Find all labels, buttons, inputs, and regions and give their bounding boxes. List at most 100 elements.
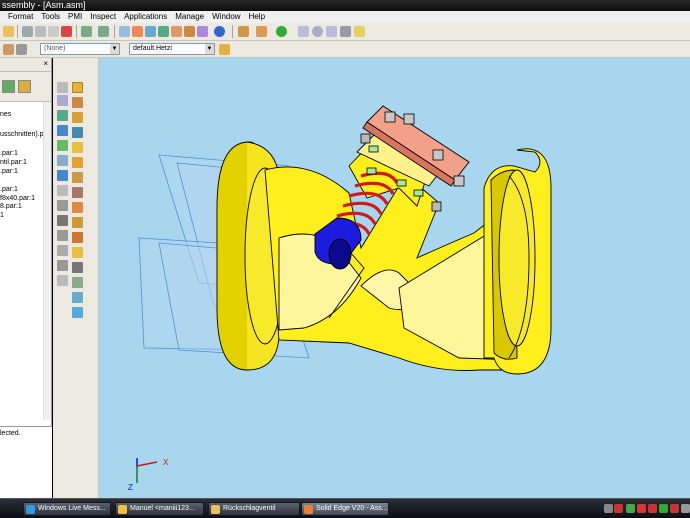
layer-icon[interactable] bbox=[3, 44, 14, 55]
paste-icon[interactable] bbox=[48, 26, 59, 37]
redo-icon[interactable] bbox=[98, 26, 109, 37]
taskbar-folder[interactable]: Rückschlagventil bbox=[208, 502, 300, 516]
tool-icon[interactable] bbox=[72, 172, 83, 183]
taskbar-solid-edge[interactable]: Solid Edge V20 - Ass... bbox=[301, 502, 389, 516]
toolbar-separator bbox=[17, 25, 18, 38]
menu-tools[interactable]: Tools bbox=[37, 11, 64, 23]
tool-icon[interactable] bbox=[57, 230, 68, 241]
tree-scrollbar[interactable] bbox=[43, 102, 51, 420]
layers-tab-icon[interactable] bbox=[18, 80, 31, 93]
view-right-icon[interactable] bbox=[197, 26, 208, 37]
shading-icon[interactable] bbox=[214, 26, 225, 37]
graphics-viewport[interactable]: X Z bbox=[99, 58, 690, 498]
tool-icon[interactable] bbox=[57, 110, 68, 121]
cut-icon[interactable] bbox=[22, 26, 33, 37]
tool-icon[interactable] bbox=[72, 292, 83, 303]
tool-icon[interactable] bbox=[57, 125, 68, 136]
tree-item[interactable]: .par:1 bbox=[0, 150, 18, 157]
tool-icon[interactable] bbox=[72, 232, 83, 243]
tool-icon[interactable] bbox=[72, 127, 83, 138]
view-front-icon[interactable] bbox=[184, 26, 195, 37]
tray-icon[interactable] bbox=[614, 504, 623, 513]
copy-icon[interactable] bbox=[35, 26, 46, 37]
menu-applications[interactable]: Applications bbox=[120, 11, 171, 23]
zoom-area-icon[interactable] bbox=[326, 26, 337, 37]
section-icon[interactable] bbox=[256, 26, 267, 37]
tree-item[interactable]: ntil.par:1 bbox=[0, 159, 27, 166]
tool-icon[interactable] bbox=[57, 82, 68, 93]
tool-icon[interactable] bbox=[72, 247, 83, 258]
style-icon[interactable] bbox=[16, 44, 27, 55]
bolt-head bbox=[384, 111, 396, 123]
tree-item[interactable]: nes bbox=[0, 111, 11, 118]
tool-icon[interactable] bbox=[57, 95, 68, 106]
menu-window[interactable]: Window bbox=[208, 11, 244, 23]
face-style-combo[interactable]: default.Hetzi ▼ bbox=[129, 43, 215, 55]
menu-help[interactable]: Help bbox=[245, 11, 269, 23]
assemble-icon[interactable] bbox=[72, 97, 83, 108]
tree-item[interactable]: .par:1 bbox=[0, 168, 18, 175]
tool-icon[interactable] bbox=[57, 260, 68, 271]
menu-format[interactable]: Format bbox=[0, 11, 37, 23]
tool-icon[interactable] bbox=[57, 200, 68, 211]
tray-icon[interactable] bbox=[648, 504, 657, 513]
tree-item[interactable]: 8.par:1 bbox=[0, 203, 22, 210]
style-combo[interactable]: (None) ▼ bbox=[40, 43, 120, 55]
part-icon[interactable] bbox=[132, 26, 143, 37]
tray-icon[interactable] bbox=[681, 504, 690, 513]
tool-icon[interactable] bbox=[57, 185, 68, 196]
tool-icon[interactable] bbox=[72, 202, 83, 213]
title-bar: ssembly - [Asm.asm] bbox=[0, 0, 690, 11]
tool-icon[interactable] bbox=[57, 245, 68, 256]
view-top-icon[interactable] bbox=[171, 26, 182, 37]
tool-icon[interactable] bbox=[57, 170, 68, 181]
view-iso-icon[interactable] bbox=[158, 26, 169, 37]
pathfinder-panel: × nes usschnitten).par:1 .par:1 ntil.par… bbox=[0, 58, 56, 498]
delete-icon[interactable] bbox=[61, 26, 72, 37]
select-tool-icon[interactable] bbox=[72, 82, 83, 93]
close-icon[interactable]: × bbox=[43, 59, 48, 68]
tool-icon[interactable] bbox=[72, 277, 83, 288]
fit-icon[interactable] bbox=[298, 26, 309, 37]
tool-icon[interactable] bbox=[72, 187, 83, 198]
chevron-down-icon[interactable]: ▼ bbox=[205, 44, 214, 54]
tree-item[interactable]: .par:1 bbox=[0, 186, 18, 193]
tray-icon[interactable] bbox=[659, 504, 668, 513]
rotate-icon[interactable] bbox=[354, 26, 365, 37]
tool-icon[interactable] bbox=[57, 275, 68, 286]
color-icon[interactable] bbox=[219, 44, 230, 55]
tool-icon[interactable] bbox=[72, 217, 83, 228]
tool-icon[interactable] bbox=[72, 262, 83, 273]
view-cube-icon[interactable] bbox=[145, 26, 156, 37]
tool-icon[interactable] bbox=[72, 112, 83, 123]
toolbar-separator bbox=[76, 25, 77, 38]
tool-icon[interactable] bbox=[57, 140, 68, 151]
chevron-down-icon[interactable]: ▼ bbox=[110, 44, 119, 54]
menu-pmi[interactable]: PMI bbox=[64, 11, 86, 23]
tool-icon[interactable] bbox=[72, 142, 83, 153]
refresh-icon[interactable] bbox=[276, 26, 287, 37]
taskbar-windows-live-messenger[interactable]: Windows Live Mess... bbox=[23, 502, 111, 516]
tray-icon[interactable] bbox=[670, 504, 679, 513]
assembly-tab-icon[interactable] bbox=[2, 80, 15, 93]
undo-icon[interactable] bbox=[81, 26, 92, 37]
menu-manage[interactable]: Manage bbox=[171, 11, 208, 23]
tool-icon[interactable] bbox=[72, 157, 83, 168]
pan-icon[interactable] bbox=[340, 26, 351, 37]
tool-icon[interactable] bbox=[57, 155, 68, 166]
select-icon[interactable] bbox=[119, 26, 130, 37]
taskbar-email[interactable]: Manuel <maniii123... bbox=[115, 502, 204, 516]
open-icon[interactable] bbox=[3, 26, 14, 37]
tray-icon[interactable] bbox=[604, 504, 613, 513]
tree-item[interactable]: 1 bbox=[0, 212, 4, 219]
tool-icon[interactable] bbox=[57, 215, 68, 226]
tree-item[interactable]: f8x40.par:1 bbox=[0, 195, 35, 202]
tool-icon[interactable] bbox=[72, 307, 83, 318]
x-axis-label: X bbox=[163, 458, 169, 467]
menu-inspect[interactable]: Inspect bbox=[86, 11, 120, 23]
tray-icon[interactable] bbox=[637, 504, 646, 513]
bolt-head bbox=[431, 201, 442, 212]
zoom-icon[interactable] bbox=[312, 26, 323, 37]
tray-icon[interactable] bbox=[626, 504, 635, 513]
sketch-icon[interactable] bbox=[238, 26, 249, 37]
